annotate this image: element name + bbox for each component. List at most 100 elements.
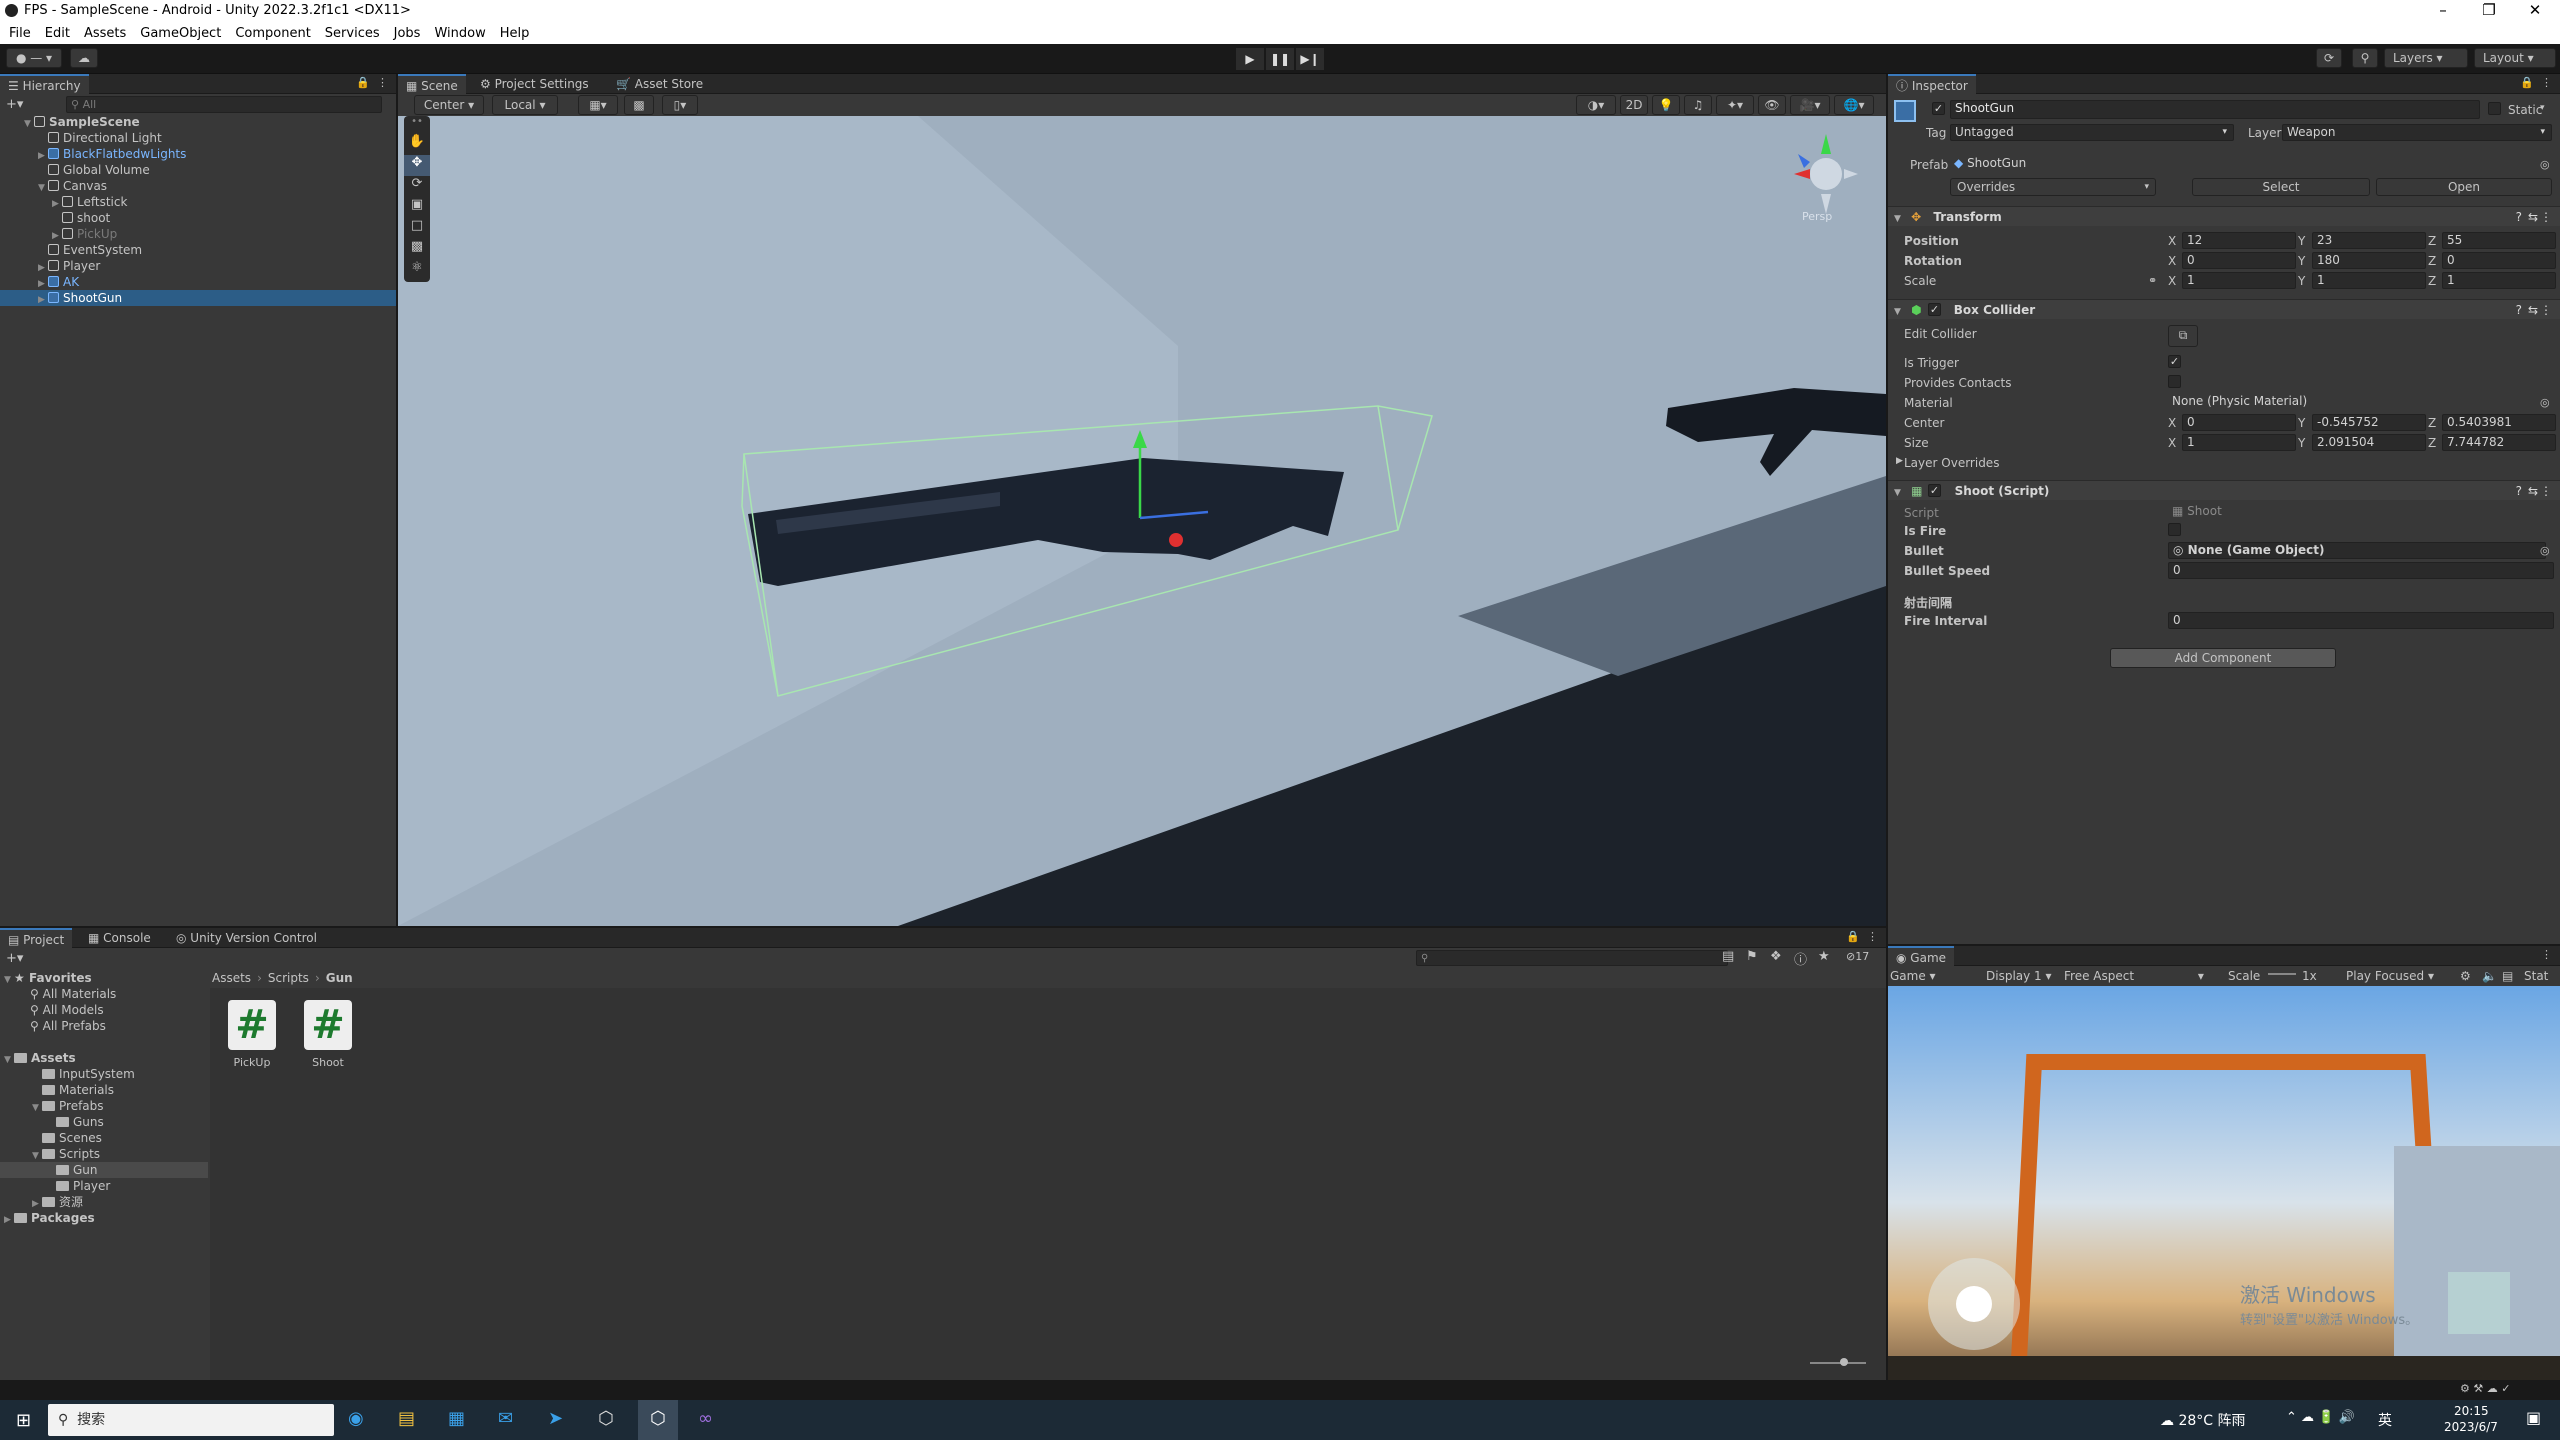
- project-search-input[interactable]: ⚲: [1416, 950, 1728, 966]
- snap-icon[interactable]: ▩: [624, 95, 654, 115]
- mute-icon[interactable]: 🔈: [2482, 969, 2497, 983]
- menu-assets[interactable]: Assets: [84, 26, 126, 41]
- favorite-item[interactable]: ⚲ All Models: [30, 1002, 104, 1018]
- favorites-folder[interactable]: ▼ ★ Favorites: [4, 970, 92, 986]
- add-icon[interactable]: +▾: [6, 97, 23, 112]
- search-icon[interactable]: ⚲: [2352, 48, 2378, 68]
- box-collider-enabled-checkbox[interactable]: ✓: [1928, 303, 1941, 316]
- unity-editor-taskbar-item[interactable]: ⬡: [638, 1400, 678, 1440]
- toggle-2d-button[interactable]: 2D: [1620, 95, 1648, 115]
- menu-component[interactable]: Component: [235, 26, 310, 41]
- center-z-input[interactable]: 0.5403981: [2442, 414, 2556, 431]
- layer-overrides-arrow-icon[interactable]: ▶: [1896, 456, 1903, 466]
- hierarchy-item[interactable]: ▶ BlackFlatbedwLights: [38, 146, 186, 162]
- pause-button[interactable]: ❚❚: [1266, 48, 1294, 70]
- component-menu-icon[interactable]: ⋮: [2540, 481, 2552, 501]
- assets-folder[interactable]: ▼ Assets: [4, 1050, 76, 1066]
- play-button[interactable]: ▶: [1236, 48, 1264, 70]
- hierarchy-item[interactable]: ▼ Canvas: [38, 178, 107, 194]
- project-folder-item[interactable]: InputSystem: [32, 1066, 135, 1082]
- expand-arrow-icon[interactable]: ▼: [38, 180, 48, 196]
- project-folder-item[interactable]: Guns: [46, 1114, 104, 1130]
- game-mode-dropdown[interactable]: Game ▾: [1890, 969, 1936, 983]
- zoom-slider[interactable]: [1810, 1362, 1866, 1364]
- center-y-input[interactable]: -0.545752: [2312, 414, 2426, 431]
- shoot-script-header[interactable]: ▼ ▦ ✓ Shoot (Script) ? ⇆ ⋮: [1888, 480, 2560, 500]
- lighting-icon[interactable]: 💡: [1652, 95, 1680, 115]
- filter-type-icon[interactable]: ▤: [1722, 949, 1734, 964]
- hierarchy-item[interactable]: EventSystem: [38, 242, 142, 258]
- add-component-button[interactable]: Add Component: [2110, 648, 2336, 668]
- lock-icon[interactable]: 🔒: [2520, 76, 2534, 89]
- hierarchy-search-input[interactable]: ⚲ All: [66, 96, 382, 113]
- favorite-item[interactable]: ⚲ All Prefabs: [30, 1018, 106, 1034]
- hand-tool-icon[interactable]: ✋: [404, 134, 430, 155]
- gizmos-icon[interactable]: 🌐▾: [1834, 95, 1874, 115]
- mail-icon[interactable]: ✉: [498, 1408, 513, 1429]
- unity-hub-icon[interactable]: ⬡: [598, 1408, 614, 1429]
- persp-label[interactable]: Persp: [1802, 210, 1832, 223]
- display-dropdown[interactable]: Display 1 ▾: [1986, 969, 2052, 983]
- grid-snap-icon[interactable]: ▦▾: [578, 95, 618, 115]
- menu-services[interactable]: Services: [325, 26, 380, 41]
- hierarchy-item[interactable]: Global Volume: [38, 162, 150, 178]
- material-target-icon[interactable]: ◎: [2540, 396, 2550, 409]
- bullet-target-icon[interactable]: ◎: [2540, 544, 2550, 557]
- layer-overrides-foldout[interactable]: Layer Overrides: [1904, 456, 1999, 470]
- preset-icon[interactable]: ⇆: [2528, 481, 2538, 501]
- step-button[interactable]: ▶❙: [1296, 48, 1324, 70]
- asset-pickup[interactable]: # PickUp: [228, 1000, 276, 1069]
- shoot-enabled-checkbox[interactable]: ✓: [1928, 484, 1941, 497]
- material-field[interactable]: None (Physic Material): [2168, 394, 2546, 411]
- center-x-input[interactable]: 0: [2182, 414, 2296, 431]
- more-icon[interactable]: ⋮: [1867, 930, 1878, 943]
- tab-project[interactable]: ▤ Project: [0, 928, 73, 948]
- preset-icon[interactable]: ⇆: [2528, 300, 2538, 320]
- component-menu-icon[interactable]: ⋮: [2540, 207, 2552, 227]
- camera-icon[interactable]: 🎥▾: [1790, 95, 1830, 115]
- menu-file[interactable]: File: [9, 26, 31, 41]
- hierarchy-item[interactable]: shoot: [52, 210, 110, 226]
- tab-version-control[interactable]: ◎ Unity Version Control: [168, 928, 325, 948]
- bullet-speed-input[interactable]: 0: [2168, 562, 2554, 579]
- favorite-item[interactable]: ⚲ All Materials: [30, 986, 116, 1002]
- rotate-tool-icon[interactable]: ⟳: [404, 176, 430, 197]
- rect-tool-icon[interactable]: □: [404, 218, 430, 239]
- hidden-objects-icon[interactable]: 👁: [1758, 95, 1786, 115]
- close-button[interactable]: ✕: [2512, 0, 2558, 22]
- rotation-x-input[interactable]: 0: [2182, 252, 2296, 269]
- windows-start-icon[interactable]: ⊞: [16, 1410, 31, 1431]
- lock-icon[interactable]: 🔒: [356, 76, 370, 89]
- overrides-dropdown[interactable]: Overrides ▾: [1950, 178, 2156, 196]
- help-icon[interactable]: ?: [2516, 481, 2522, 501]
- edit-collider-button[interactable]: ⧉: [2168, 325, 2198, 347]
- status-icons[interactable]: ⚙ ⚒ ☁ ✓: [2460, 1382, 2510, 1395]
- aspect-dropdown[interactable]: Free Aspect ▾: [2064, 969, 2204, 983]
- project-folder-item[interactable]: ▼ Prefabs: [32, 1098, 104, 1114]
- constrain-scale-icon[interactable]: ⚭: [2148, 274, 2157, 287]
- object-name-input[interactable]: ShootGun: [1950, 100, 2480, 119]
- tab-inspector[interactable]: ⓘ Inspector: [1888, 74, 1976, 94]
- hierarchy-item[interactable]: ▶ Leftstick: [52, 194, 127, 210]
- rotation-y-input[interactable]: 180: [2312, 252, 2426, 269]
- size-x-input[interactable]: 1: [2182, 434, 2296, 451]
- filter-label-icon[interactable]: ⚑: [1746, 949, 1758, 964]
- project-folder-item[interactable]: Gun: [0, 1162, 208, 1178]
- expand-arrow-icon[interactable]: ▶: [38, 292, 48, 308]
- prefab-target-icon[interactable]: ◎: [2540, 158, 2550, 171]
- static-checkbox[interactable]: [2488, 102, 2501, 115]
- create-asset-icon[interactable]: +▾: [6, 951, 23, 966]
- minimize-button[interactable]: –: [2420, 0, 2466, 22]
- rotation-z-input[interactable]: 0: [2442, 252, 2556, 269]
- help-icon[interactable]: ?: [2516, 300, 2522, 320]
- scale-y-input[interactable]: 1: [2312, 272, 2426, 289]
- expand-arrow-icon[interactable]: ▼: [32, 1100, 42, 1116]
- stats-button[interactable]: Stat: [2524, 969, 2548, 983]
- packages-folder[interactable]: ▶ Packages: [4, 1210, 95, 1226]
- play-focused-dropdown[interactable]: Play Focused ▾: [2346, 969, 2434, 983]
- layer-dropdown[interactable]: Weapon ▾: [2282, 124, 2552, 141]
- filter-tag-icon[interactable]: ❖: [1770, 949, 1782, 964]
- app-icon[interactable]: ➤: [548, 1408, 563, 1429]
- joystick-knob[interactable]: [1956, 1286, 1992, 1322]
- log-icon[interactable]: ⓘ: [1794, 949, 1807, 968]
